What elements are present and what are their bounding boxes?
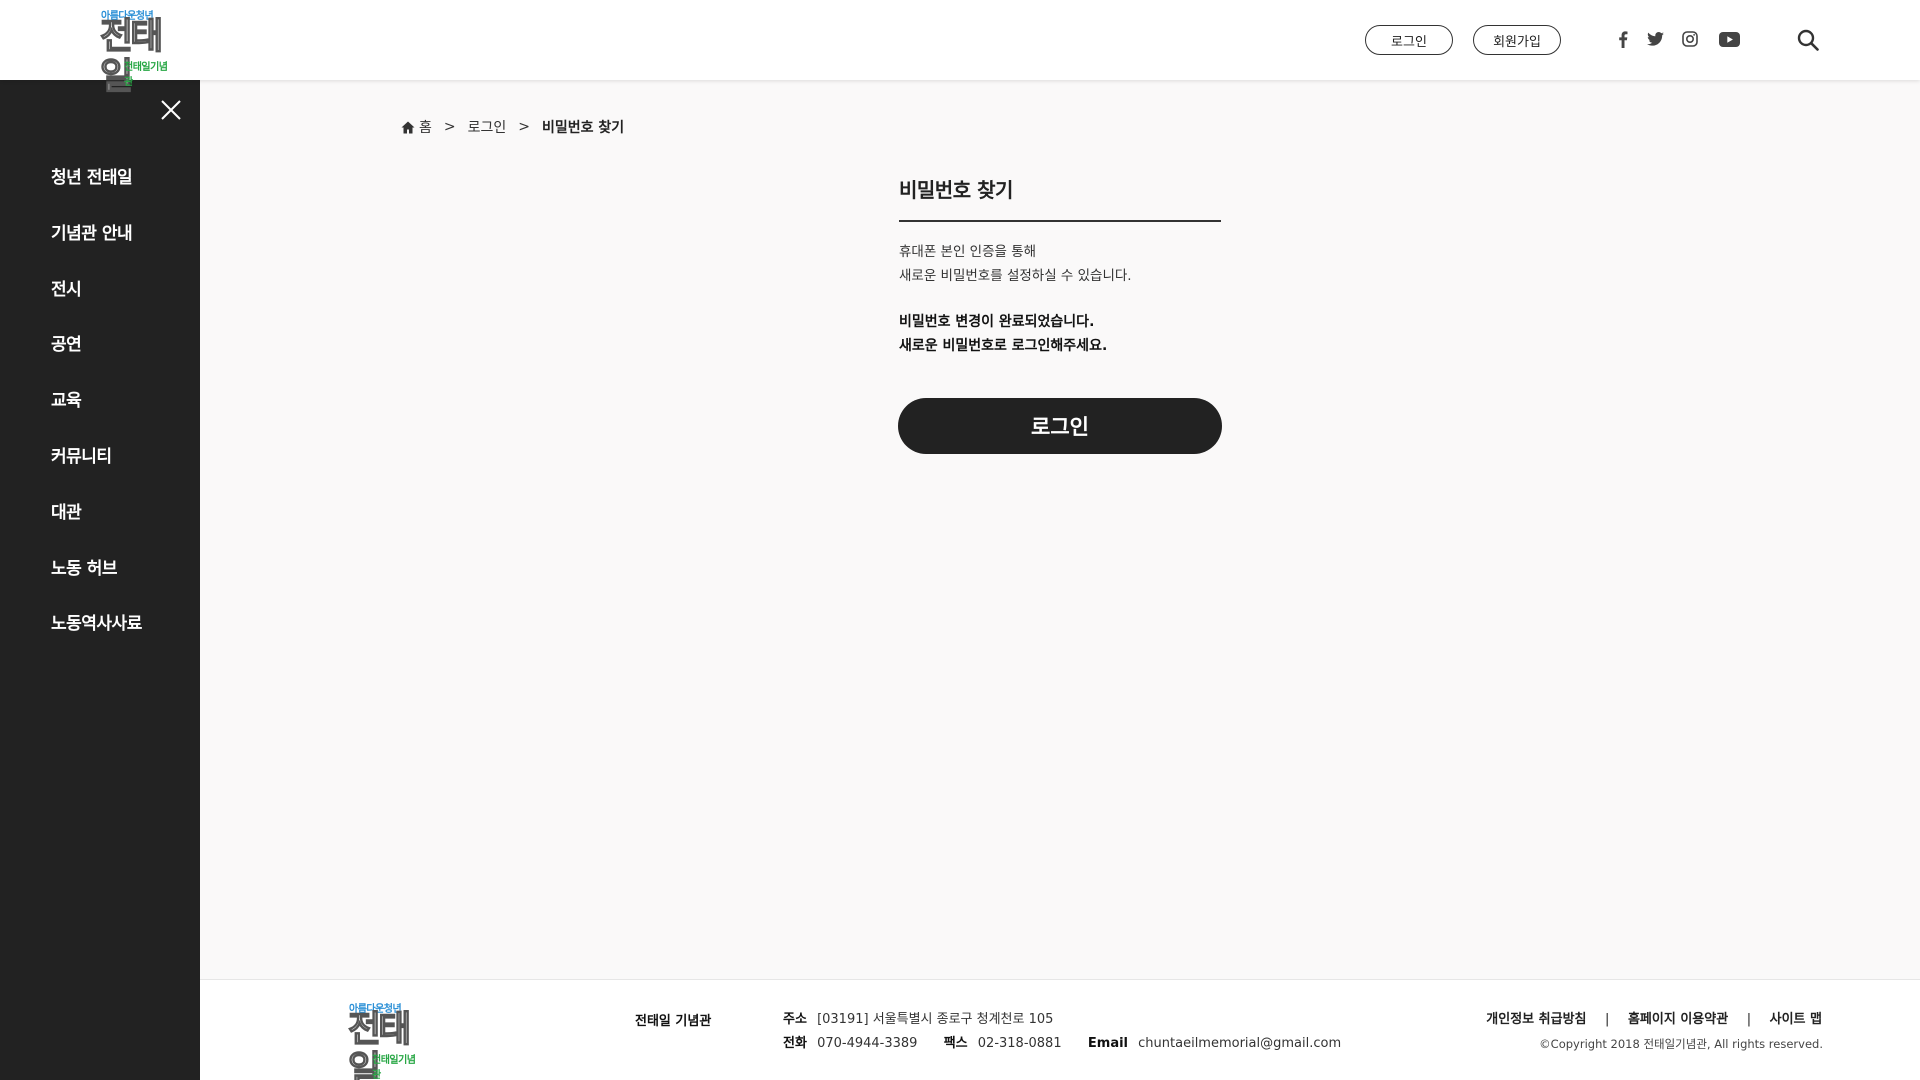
footer-links: 개인정보 취급방침 | 홈페이지 이용약관 | 사이트 맵 [1486,1008,1822,1027]
logo-subtitle: 전태일기념관 [124,62,168,88]
sidebar-item-labor-archives[interactable]: 노동역사사료 [51,614,142,670]
find-password-panel: 비밀번호 찾기 휴대폰 본인 인증을 통해 새로운 비밀번호를 설정하실 수 있… [898,174,1222,454]
search-icon[interactable] [1795,27,1821,53]
sidebar-item-memorial-info[interactable]: 기념관 안내 [51,224,142,280]
breadcrumb: 홈 > 로그인 > 비밀번호 찾기 [401,117,624,137]
header-login-button[interactable]: 로그인 [1365,25,1453,55]
email-value[interactable]: chuntaeilmemorial@gmail.com [1138,1036,1341,1051]
header-signup-button[interactable]: 회원가입 [1473,25,1561,55]
privacy-policy-link[interactable]: 개인정보 취급방침 [1486,1012,1586,1027]
site-footer: 아름다운청년 전태일 전태일기념관 전태일 기념관 주소 [03191] 서울특… [200,979,1920,1080]
breadcrumb-current: 비밀번호 찾기 [542,120,625,136]
sidebar-item-youth-jeon-tae-il[interactable]: 청년 전태일 [51,168,142,224]
title-divider [899,220,1221,222]
side-menu-list: 청년 전태일 기념관 안내 전시 공연 교육 커뮤니티 대관 노동 허브 노동역… [51,168,142,670]
completion-message-line-1: 비밀번호 변경이 완료되었습니다. [899,314,1095,330]
youtube-icon[interactable] [1715,28,1743,50]
breadcrumb-home[interactable]: 홈 [419,117,432,137]
fax-value: 02-318-0881 [977,1036,1062,1051]
completion-message-line-2: 새로운 비밀번호로 로그인해주세요. [899,338,1108,354]
description-line-1: 휴대폰 본인 인증을 통해 [899,244,1037,260]
phone-label: 전화 [783,1036,807,1051]
description-line-2: 새로운 비밀번호를 설정하실 수 있습니다. [899,268,1132,284]
site-logo[interactable]: 아름다운청년 전태일 전태일기념관 [99,7,176,97]
copyright: ©Copyright 2018 전태일기념관, All rights reser… [1539,1037,1823,1051]
terms-of-use-link[interactable]: 홈페이지 이용약관 [1628,1012,1728,1027]
footer-logo-subtitle: 전태일기념관 [372,1055,416,1080]
side-menu: 청년 전태일 기념관 안내 전시 공연 교육 커뮤니티 대관 노동 허브 노동역… [0,80,200,1080]
login-button[interactable]: 로그인 [898,398,1222,454]
phone-value: 070-4944-3389 [817,1036,918,1051]
breadcrumb-login[interactable]: 로그인 [468,117,507,137]
sidebar-item-performance[interactable]: 공연 [51,335,142,391]
address-label: 주소 [783,1012,807,1027]
instagram-icon[interactable] [1678,28,1702,50]
sitemap-link[interactable]: 사이트 맵 [1770,1012,1822,1027]
link-separator: | [1605,1012,1610,1027]
sidebar-item-labor-hub[interactable]: 노동 허브 [51,559,142,615]
footer-org-name: 전태일 기념관 [635,1014,712,1029]
sidebar-item-exhibition[interactable]: 전시 [51,280,142,336]
sidebar-item-education[interactable]: 교육 [51,391,142,447]
twitter-icon[interactable] [1643,28,1667,50]
fax-label: 팩스 [943,1036,968,1051]
link-separator: | [1746,1012,1752,1027]
address-value: [03191] 서울특별시 종로구 청계천로 105 [817,1012,1054,1027]
site-header: 아름다운청년 전태일 전태일기념관 로그인 회원가입 [0,0,1920,97]
footer-contact-info: 주소 [03191] 서울특별시 종로구 청계천로 105 전화 070-494… [783,1008,1341,1056]
facebook-icon[interactable] [1611,28,1635,50]
email-label: Email [1087,1036,1129,1051]
sidebar-item-community[interactable]: 커뮤니티 [51,447,142,503]
breadcrumb-separator: > [518,119,530,135]
footer-logo[interactable]: 아름다운청년 전태일 전태일기념관 [347,1000,424,1080]
page-title: 비밀번호 찾기 [899,178,1013,202]
breadcrumb-separator: > [443,119,456,135]
home-icon[interactable] [401,121,415,134]
sidebar-item-rental[interactable]: 대관 [51,503,142,559]
close-icon[interactable] [159,98,183,122]
